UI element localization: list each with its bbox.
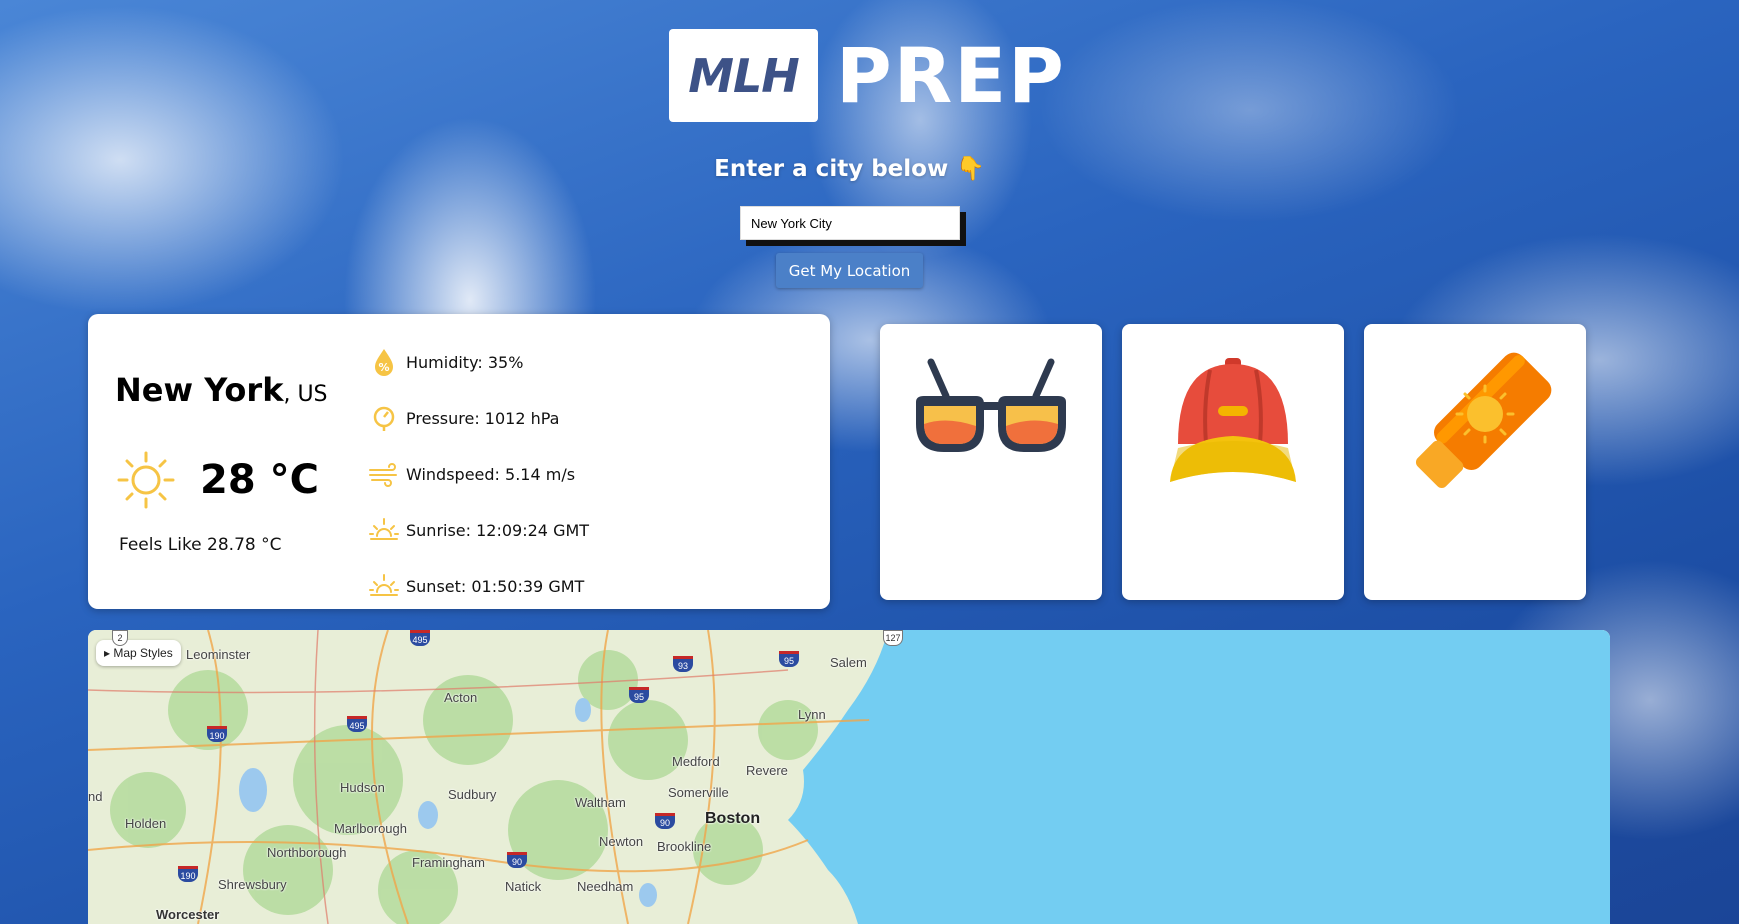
highway-shield: 90	[655, 813, 675, 829]
search-box	[740, 206, 966, 246]
detail-text: Sunrise: 12:09:24 GMT	[406, 520, 590, 540]
highway-shield: 127	[883, 630, 903, 646]
map-place-label: Shrewsbury	[218, 877, 287, 892]
highway-shield: 495	[410, 630, 430, 646]
map-place-label: Revere	[746, 763, 788, 778]
map-place-label: Sudbury	[448, 787, 497, 802]
highway-shield: 93	[673, 656, 693, 672]
feels-like: Feels Like 28.78 °C	[119, 535, 282, 555]
map[interactable]: ▸ Map Styles Leominster Acton Salem Lynn…	[88, 630, 1610, 924]
item-card-sunglasses	[880, 324, 1102, 600]
logo-badge: MLH	[669, 29, 818, 122]
search-prompt: Enter a city below 👇	[0, 155, 1699, 182]
city-search-input[interactable]	[740, 206, 960, 240]
map-place-label: nd	[88, 789, 103, 804]
map-place-label: Medford	[672, 754, 720, 769]
map-place-label: Lynn	[798, 707, 826, 722]
city-name: New York	[115, 371, 284, 409]
svg-text:%: %	[378, 361, 389, 374]
map-place-label: Marlborough	[334, 821, 407, 836]
pointing-down-icon: 👇	[956, 156, 985, 182]
humidity-icon: %	[375, 349, 393, 376]
map-place-label: Salem	[830, 655, 867, 670]
highway-shield: 2	[112, 630, 128, 646]
sunrise-icon	[369, 518, 399, 540]
weather-card: New York, US 28 °C Feels Like 28.78 °C %…	[88, 314, 830, 609]
detail-text: Pressure: 1012 hPa	[406, 408, 560, 428]
get-location-button[interactable]: Get My Location	[776, 253, 923, 288]
map-place-label: Natick	[505, 879, 542, 894]
wind-icon	[369, 463, 397, 487]
temperature-value: 28 °C	[200, 457, 319, 503]
map-place-label: Somerville	[668, 785, 729, 800]
highway-shield: 495	[347, 716, 367, 732]
detail-humidity: % Humidity: 35%	[368, 334, 589, 390]
map-place-label: Brookline	[657, 839, 712, 854]
detail-text: Humidity: 35%	[406, 352, 524, 372]
temperature-row: 28 °C	[116, 450, 319, 510]
city-heading: New York, US	[115, 371, 328, 409]
map-place-label: Acton	[444, 690, 478, 705]
cap-icon	[1170, 358, 1296, 482]
city-country: , US	[283, 382, 328, 407]
sunglasses-icon	[916, 358, 1066, 452]
highway-shield: 95	[779, 651, 799, 667]
pressure-icon	[373, 406, 395, 431]
highway-shield: 95	[629, 687, 649, 703]
detail-pressure: Pressure: 1012 hPa	[368, 390, 589, 446]
highway-shield: 190	[207, 726, 227, 742]
detail-wind: Windspeed: 5.14 m/s	[368, 446, 589, 502]
weather-details: % Humidity: 35% Pressure: 1012 hPa Winds…	[368, 334, 589, 614]
map-place-label: Leominster	[186, 647, 251, 662]
map-place-label: Northborough	[267, 845, 347, 860]
detail-sunrise: Sunrise: 12:09:24 GMT	[368, 502, 589, 558]
item-card-cap	[1122, 324, 1344, 600]
highway-shield: 190	[178, 866, 198, 882]
detail-sunset: Sunset: 01:50:39 GMT	[368, 558, 589, 614]
sunset-icon	[369, 574, 399, 596]
sun-icon	[117, 451, 175, 509]
logo-word: PREP	[836, 31, 1066, 120]
map-place-label: Newton	[599, 834, 644, 849]
map-place-label: Boston	[705, 810, 761, 827]
map-place-label: Holden	[125, 816, 167, 831]
detail-text: Windspeed: 5.14 m/s	[406, 464, 576, 484]
highway-shield: 90	[507, 852, 527, 868]
map-place-label: Hudson	[340, 780, 385, 795]
map-place-label: Waltham	[575, 795, 626, 810]
sunscreen-icon	[1415, 352, 1552, 489]
map-styles-button[interactable]: ▸ Map Styles	[96, 640, 181, 666]
prompt-text: Enter a city below	[714, 156, 949, 182]
map-place-label: Needham	[577, 879, 634, 894]
app-logo: MLH PREP	[669, 29, 1066, 122]
detail-text: Sunset: 01:50:39 GMT	[406, 576, 585, 596]
map-canvas	[88, 630, 1610, 924]
item-card-sunscreen	[1364, 324, 1586, 600]
map-place-label: Framingham	[412, 855, 485, 870]
map-place-label: Worcester	[156, 907, 220, 922]
logo-badge-text: MLH	[688, 48, 800, 103]
